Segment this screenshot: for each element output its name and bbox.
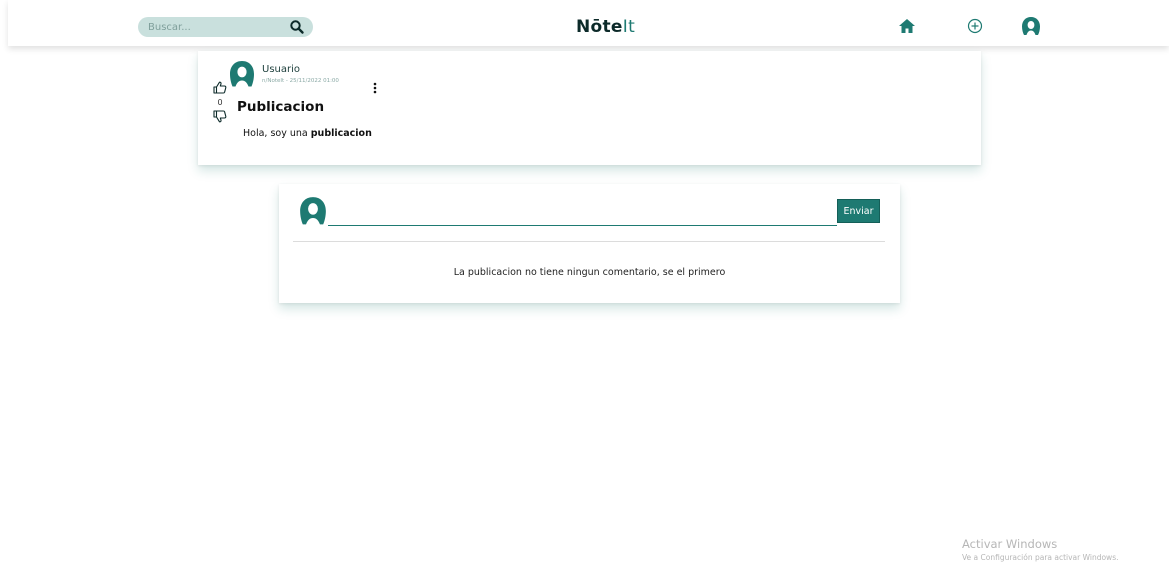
logo-main: Nōte: [576, 17, 623, 37]
search-icon[interactable]: [289, 19, 305, 35]
divider: [293, 241, 885, 242]
vote-controls: 0: [212, 79, 228, 127]
add-circle-icon[interactable]: [964, 15, 986, 37]
logo-accent: It: [622, 17, 636, 37]
post-author[interactable]: Usuario: [262, 64, 300, 75]
profile-icon[interactable]: [1020, 15, 1042, 37]
watermark-title: Activar Windows: [962, 537, 1058, 551]
search-input[interactable]: [148, 18, 283, 36]
search-bar: [138, 17, 313, 37]
post-body-text: Hola, soy una: [243, 128, 311, 139]
commenter-avatar: [298, 196, 328, 226]
comments-card: Enviar La publicacion no tiene ningun co…: [279, 184, 900, 303]
post-card: 0 Usuario n/NoteIt - 25/11/2022 01:00 Pu…: [198, 51, 981, 165]
send-comment-button[interactable]: Enviar: [837, 199, 880, 223]
post-body-bold: publicacion: [310, 128, 372, 139]
watermark-subtitle: Ve a Configuración para activar Windows.: [962, 553, 1119, 562]
post-body: Hola, soy una publicacion: [243, 128, 372, 139]
post-title: Publicacion: [237, 99, 325, 115]
comment-input[interactable]: [328, 202, 837, 226]
top-navbar: NōteIt: [8, 0, 1169, 46]
thumbs-down-icon[interactable]: [212, 108, 228, 127]
vote-count: 0: [217, 98, 223, 107]
post-meta: n/NoteIt - 25/11/2022 01:00: [262, 78, 339, 84]
home-icon[interactable]: [896, 15, 918, 37]
app-logo[interactable]: NōteIt: [576, 17, 635, 37]
thumbs-up-icon[interactable]: [212, 79, 228, 98]
windows-activation-watermark: Activar Windows Ve a Configuración para …: [962, 537, 1119, 562]
more-options-icon[interactable]: [372, 79, 378, 94]
user-avatar[interactable]: [228, 60, 256, 88]
no-comments-message: La publicacion no tiene ningun comentari…: [453, 267, 726, 278]
